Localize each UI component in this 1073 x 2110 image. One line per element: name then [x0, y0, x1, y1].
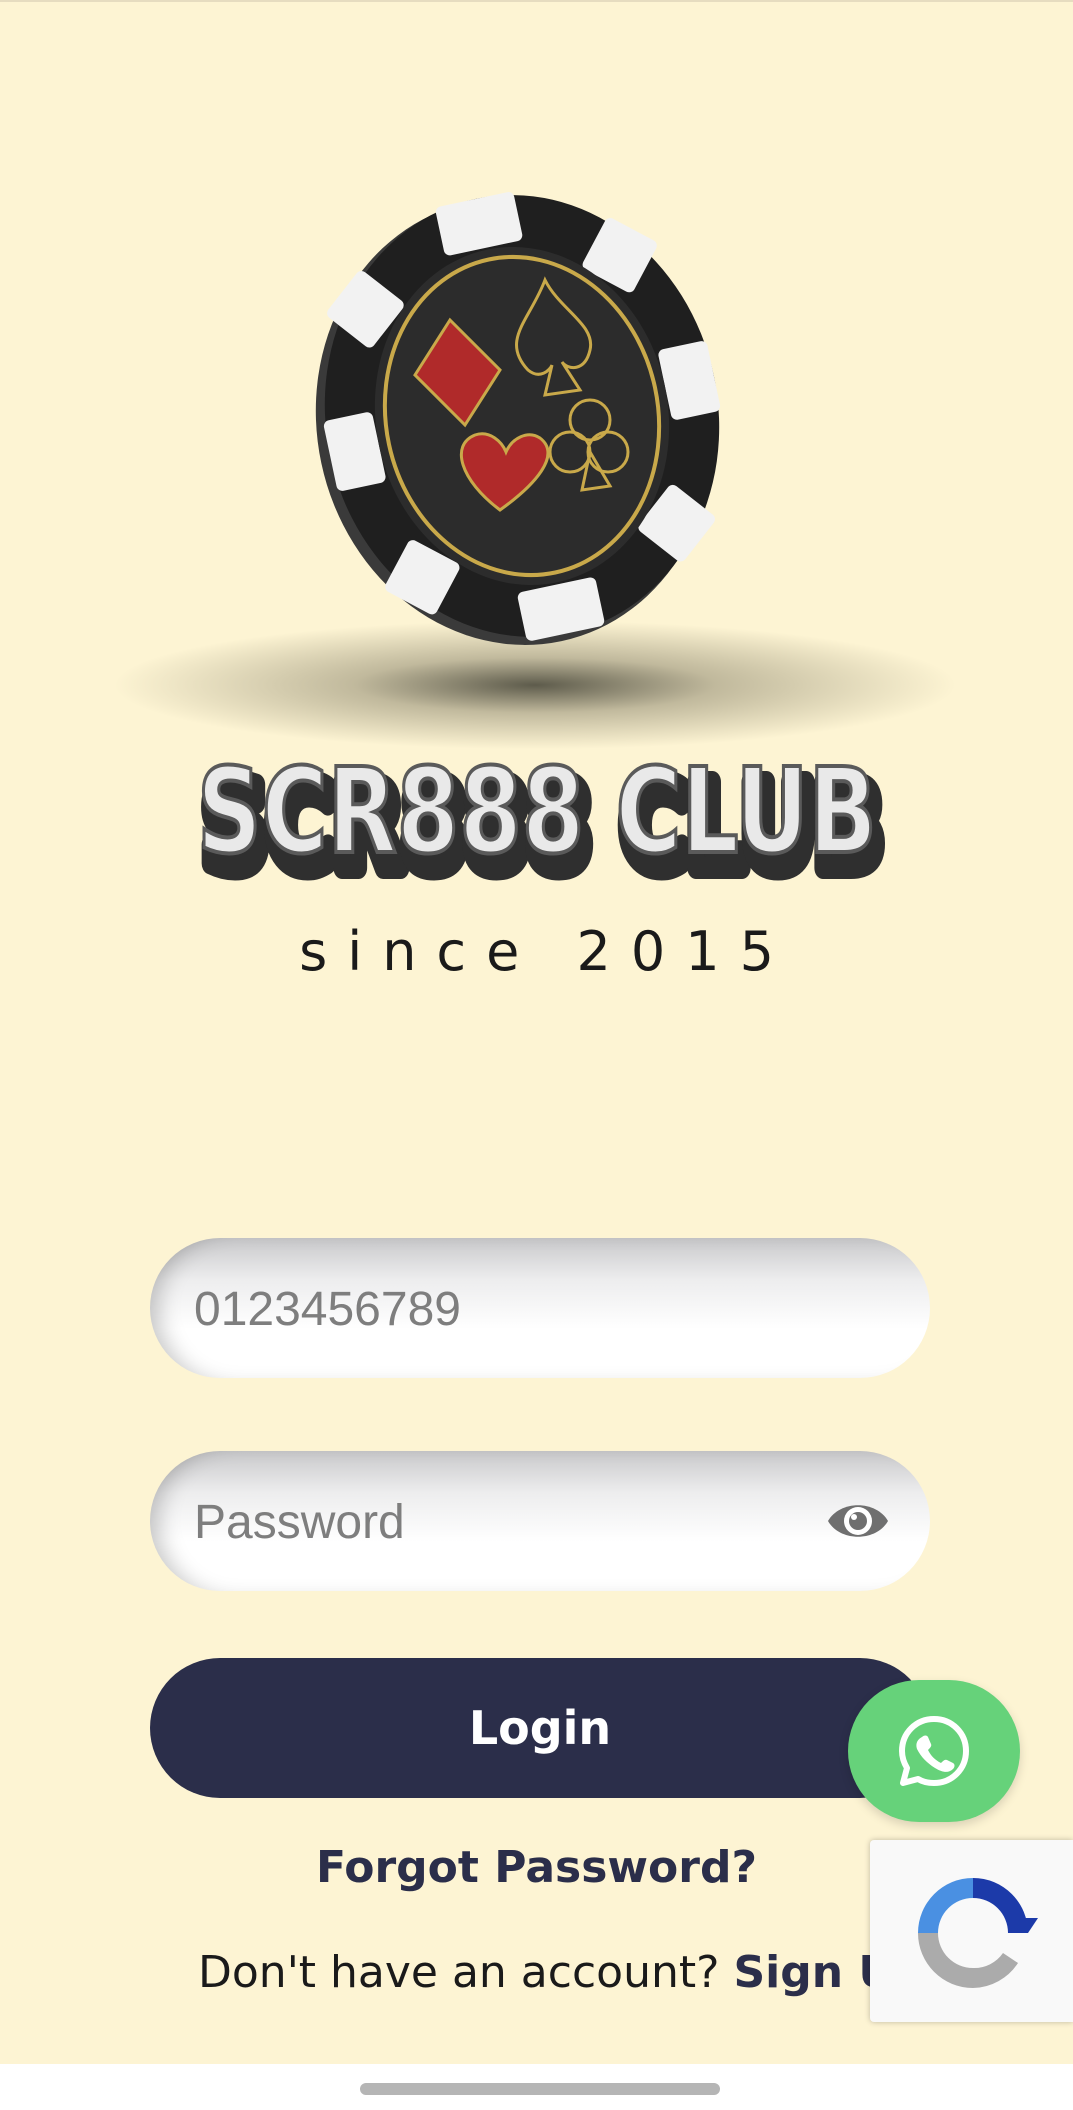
- eye-icon[interactable]: [826, 1494, 890, 1548]
- phone-field[interactable]: [150, 1238, 930, 1380]
- recaptcha-icon: [918, 1878, 1038, 1988]
- signup-prompt-text: Don't have an account?: [198, 1947, 734, 1998]
- recaptcha-badge[interactable]: [870, 1840, 1073, 2022]
- brand-subtitle: since 2015: [299, 920, 794, 983]
- whatsapp-icon: [899, 1716, 969, 1786]
- svg-text:SCR888 CLUB: SCR888 CLUB: [197, 742, 877, 880]
- phone-input[interactable]: [192, 1238, 836, 1380]
- top-divider: [0, 0, 1073, 2]
- password-input[interactable]: [192, 1451, 836, 1593]
- home-indicator[interactable]: [360, 2083, 720, 2095]
- password-field[interactable]: [150, 1451, 930, 1593]
- signup-prompt: Don't have an account? Sign Up: [198, 1947, 926, 1998]
- whatsapp-button[interactable]: [848, 1680, 1020, 1822]
- brand-title: SCR888 CLUB SCR888 CLUB: [0, 730, 1073, 900]
- poker-chip-logo-icon: [300, 180, 740, 660]
- login-button[interactable]: Login: [150, 1658, 930, 1798]
